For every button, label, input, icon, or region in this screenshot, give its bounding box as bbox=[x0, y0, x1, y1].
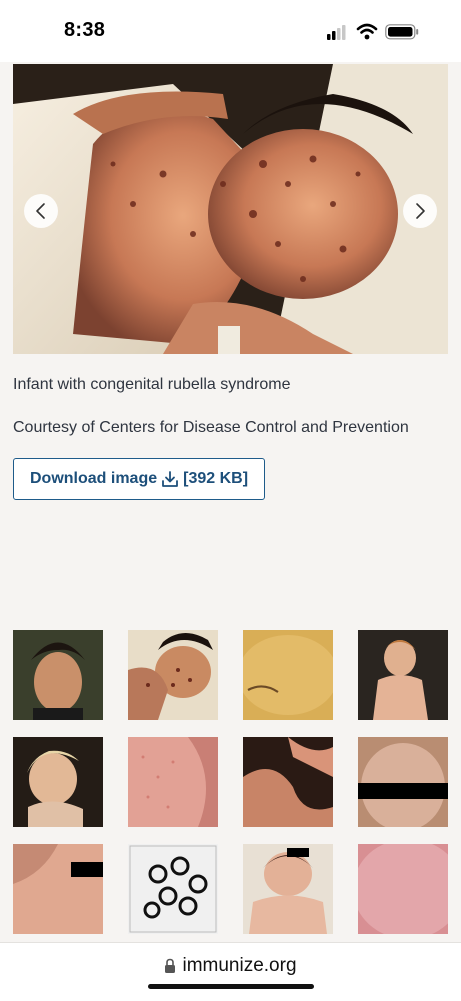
gallery-thumbnail[interactable] bbox=[128, 630, 218, 720]
home-indicator[interactable] bbox=[148, 984, 314, 989]
browser-address-bar[interactable]: immunize.org bbox=[0, 942, 461, 1001]
url-display[interactable]: immunize.org bbox=[0, 955, 461, 977]
gallery-thumbnail[interactable] bbox=[243, 737, 333, 827]
hero-image bbox=[13, 64, 448, 354]
gallery-thumbnail[interactable] bbox=[358, 737, 448, 827]
chevron-right-icon bbox=[416, 203, 425, 219]
gallery-thumbnail[interactable] bbox=[128, 844, 218, 934]
gallery-thumbnail[interactable] bbox=[13, 737, 103, 827]
gallery-thumbnail[interactable] bbox=[243, 630, 333, 720]
gallery-thumbnail[interactable] bbox=[13, 844, 103, 934]
gallery-thumbnail[interactable] bbox=[358, 844, 448, 934]
status-bar: 8:38 bbox=[0, 0, 461, 62]
status-time: 8:38 bbox=[64, 19, 106, 41]
download-size: [392 KB] bbox=[183, 470, 249, 487]
download-image-button[interactable]: Download image [392 KB] bbox=[13, 458, 265, 500]
image-caption: Infant with congenital rubella syndrome bbox=[13, 376, 291, 393]
image-credit: Courtesy of Centers for Disease Control … bbox=[13, 419, 409, 436]
status-icons bbox=[327, 22, 423, 42]
gallery-thumbnail[interactable] bbox=[243, 844, 333, 934]
signal-icon bbox=[327, 25, 346, 40]
lock-icon bbox=[165, 958, 176, 973]
gallery-thumbnail[interactable] bbox=[128, 737, 218, 827]
carousel-next-button[interactable] bbox=[403, 194, 437, 228]
download-icon bbox=[160, 469, 180, 489]
chevron-left-icon bbox=[36, 203, 45, 219]
wifi-icon bbox=[356, 23, 378, 40]
carousel-previous-button[interactable] bbox=[24, 194, 58, 228]
battery-icon bbox=[385, 24, 419, 40]
gallery-thumbnail[interactable] bbox=[358, 630, 448, 720]
download-label: Download image bbox=[29, 470, 158, 487]
url-text: immunize.org bbox=[182, 955, 297, 976]
gallery-thumbnail[interactable] bbox=[13, 630, 103, 720]
